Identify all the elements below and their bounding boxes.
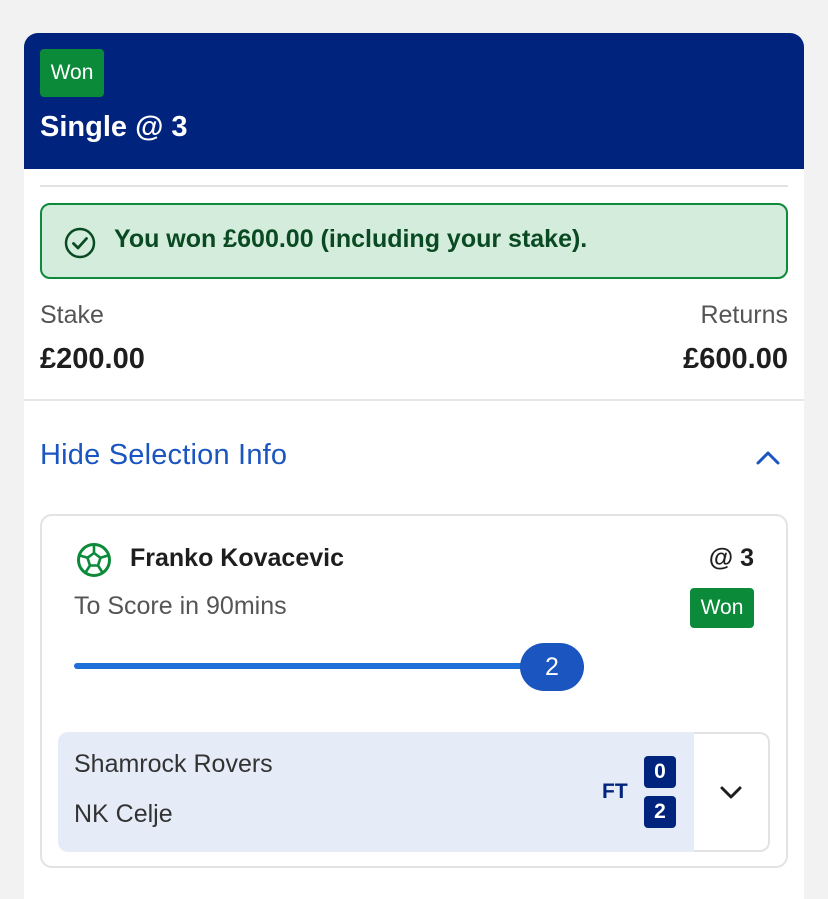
- chevron-up-icon[interactable]: [754, 445, 782, 469]
- returns-value: £600.00: [683, 343, 788, 375]
- goal-count-pill: 2: [520, 643, 584, 691]
- match-row: Shamrock Rovers NK Celje FT 0 2: [58, 732, 770, 852]
- returns-label: Returns: [700, 301, 788, 329]
- bet-title: Single @ 3: [40, 111, 188, 143]
- divider: [24, 399, 804, 401]
- stake-value: £200.00: [40, 343, 145, 375]
- goal-progress-fill: [74, 663, 584, 669]
- market-name: To Score in 90mins: [74, 592, 287, 620]
- away-score: 2: [644, 796, 676, 828]
- status-badge: Won: [40, 49, 104, 97]
- away-team: NK Celje: [74, 800, 173, 828]
- chevron-down-icon: [720, 786, 742, 799]
- match-info: Shamrock Rovers NK Celje FT 0 2: [58, 732, 694, 852]
- won-banner: You won £600.00 (including your stake).: [40, 203, 788, 279]
- selection-odds: @ 3: [708, 544, 754, 572]
- goal-progress-track: [74, 663, 584, 669]
- hide-selection-info-toggle[interactable]: Hide Selection Info: [40, 439, 287, 472]
- bet-card: Won Single @ 3 You won £600.00 (includin…: [24, 33, 804, 899]
- player-name: Franko Kovacevic: [130, 544, 344, 572]
- stake-label: Stake: [40, 301, 104, 329]
- football-icon: [77, 543, 111, 577]
- selection-status-badge: Won: [690, 588, 754, 628]
- home-score: 0: [644, 756, 676, 788]
- match-status: FT: [602, 780, 628, 803]
- check-circle-icon: [64, 227, 96, 259]
- selection-card: Franko Kovacevic @ 3 To Score in 90mins …: [40, 514, 788, 868]
- divider: [40, 185, 788, 187]
- expand-match-button[interactable]: [694, 732, 770, 852]
- won-message: You won £600.00 (including your stake).: [114, 225, 588, 253]
- home-team: Shamrock Rovers: [74, 750, 273, 778]
- bet-header: Won Single @ 3: [24, 33, 804, 169]
